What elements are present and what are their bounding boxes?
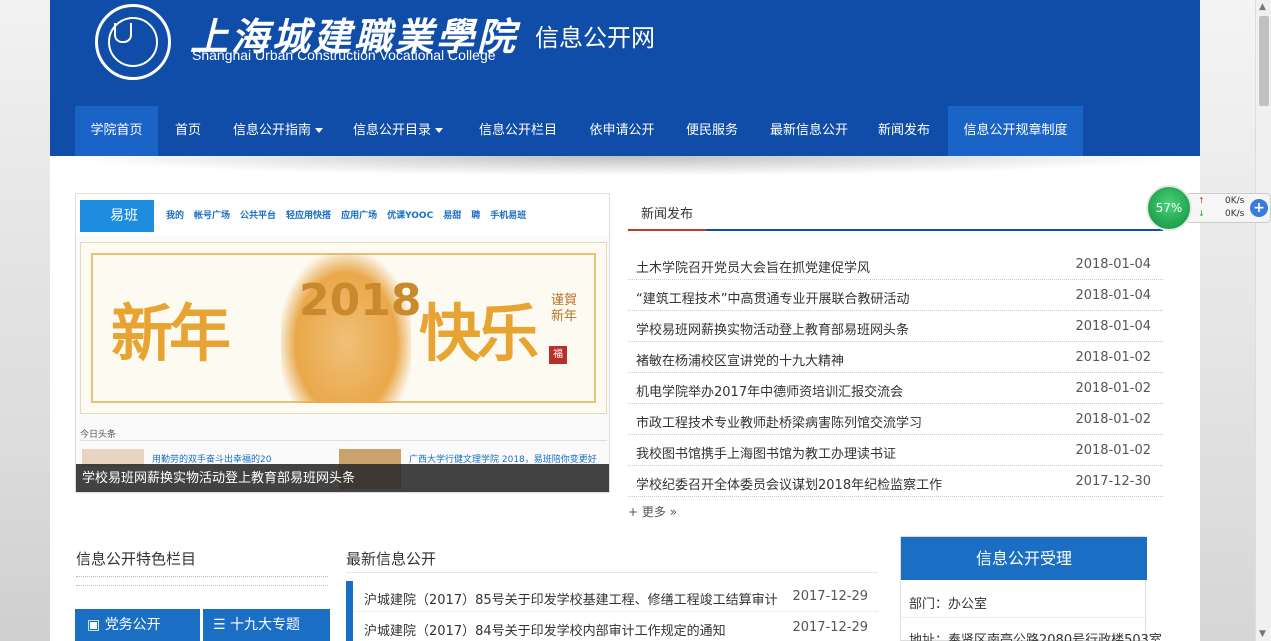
yiban-logo: 易班 xyxy=(80,200,154,232)
college-seal-logo[interactable] xyxy=(95,4,171,80)
news-item[interactable]: 褚敏在杨浦校区宣讲党的十九大精神 2018-01-02 xyxy=(628,342,1163,373)
featured-columns-title: 信息公开特色栏目 xyxy=(76,550,197,568)
scrollbar-thumb[interactable] xyxy=(1259,16,1269,106)
slide-caption[interactable]: 学校易班网薪换实物活动登上教育部易班网头条 xyxy=(76,464,609,492)
nav-item-guide[interactable]: 信息公开指南 xyxy=(218,106,338,156)
page-container: 上海城建職業學院 Shanghai Urban Construction Voc… xyxy=(50,0,1200,641)
plus-icon[interactable]: + xyxy=(1250,199,1268,217)
image-slideshow[interactable]: 易班 我的 帐号广场 公共平台 轻应用快搭 应用广场 优课YOOC 易甜聘手机易班 新年 2… xyxy=(75,193,610,493)
news-item[interactable]: 学校易班网薪换实物活动登上教育部易班网头条 2018-01-04 xyxy=(628,311,1163,342)
dotted-divider xyxy=(76,576,328,586)
college-name-en[interactable]: Shanghai Urban Construction Vocational C… xyxy=(192,47,496,63)
nineteenth-congress-button[interactable]: ☰ 十九大专题 xyxy=(203,609,330,641)
acceptance-department: 部门：办公室 xyxy=(909,597,988,612)
nav-item-apply[interactable]: 依申请公开 xyxy=(578,106,666,156)
chevron-down-icon xyxy=(315,128,323,133)
news-item[interactable]: 我校图书馆携手上海图书馆为教工办理读书证 2018-01-02 xyxy=(628,435,1163,466)
news-item[interactable]: 土木学院召开党员大会旨在抓党建促学风 2018-01-04 xyxy=(628,249,1163,280)
scroll-up-icon[interactable]: ▲ xyxy=(1259,2,1266,12)
news-panel: 新闻发布 土木学院召开党员大会旨在抓党建促学风 2018-01-04 “建筑工程技… xyxy=(628,195,1163,525)
nav-item-services[interactable]: 便民服务 xyxy=(666,106,758,156)
latest-info-item[interactable]: 沪城建院（2017）85号关于印发学校基建工程、修缮工程竣工结算审计 2017-1… xyxy=(346,581,878,612)
nav-shadow xyxy=(50,156,1200,176)
main-nav: 学院首页 首页 信息公开指南 信息公开目录 信息公开栏目 依申请公开 便民服务 … xyxy=(50,106,1200,156)
site-title: 信息公开网 xyxy=(535,24,655,52)
tab-news[interactable]: 新闻发布 xyxy=(628,199,707,231)
download-arrow-icon: ↓ xyxy=(1198,209,1205,218)
info-acceptance-box: 信息公开受理 部门：办公室 地址：奉贤区南亭公路2080号行政楼503室 xyxy=(900,536,1162,641)
latest-info-title: 最新信息公开 xyxy=(346,550,437,568)
party-affairs-button[interactable]: ▣ 党务公开 xyxy=(75,609,200,641)
nav-item-college-home[interactable]: 学院首页 xyxy=(75,106,158,156)
download-speed: 0K/s xyxy=(1225,209,1245,219)
news-item[interactable]: 机电学院举办2017年中德师资培训汇报交流会 2018-01-02 xyxy=(628,373,1163,404)
latest-info-item[interactable]: 沪城建院（2017）84号关于印发学校内部审计工作规定的通知 2017-12-29 xyxy=(346,612,878,641)
nav-item-news[interactable]: 新闻发布 xyxy=(860,106,948,156)
speed-percent-gauge[interactable]: 57% xyxy=(1146,185,1192,231)
upload-arrow-icon: ↑ xyxy=(1198,196,1205,205)
vertical-scrollbar[interactable]: ▲ ▼ xyxy=(1255,0,1271,641)
acceptance-title: 信息公开受理 xyxy=(901,537,1147,580)
yiban-nav: 我的 帐号广场 公共平台 轻应用快搭 应用广场 优课YOOC 易甜聘手机易班 xyxy=(166,211,527,221)
nav-item-columns[interactable]: 信息公开栏目 xyxy=(458,106,578,156)
nav-item-latest[interactable]: 最新信息公开 xyxy=(758,106,860,156)
book-icon: ▣ xyxy=(87,617,105,633)
chevron-down-icon xyxy=(435,128,443,133)
headlines-label: 今日头条 xyxy=(80,430,117,440)
more-link[interactable]: + 更多 » xyxy=(628,503,677,520)
nav-item-regulations[interactable]: 信息公开规章制度 xyxy=(948,106,1083,156)
news-item[interactable]: 市政工程技术专业教师赴桥梁病害陈列馆交流学习 2018-01-02 xyxy=(628,404,1163,435)
yiban-topbar: 易班 我的 帐号广场 公共平台 轻应用快搭 应用广场 优课YOOC 易甜聘手机易班 xyxy=(76,194,609,236)
scroll-down-icon[interactable]: ▼ xyxy=(1259,629,1266,639)
page-background-left xyxy=(0,0,50,641)
plus-icon: + xyxy=(628,505,642,519)
list-icon: ☰ xyxy=(213,617,231,633)
nav-item-catalog[interactable]: 信息公开目录 xyxy=(338,106,458,156)
site-header: 上海城建職業學院 Shanghai Urban Construction Voc… xyxy=(50,0,1200,106)
new-year-banner: 新年 2018 快乐 谨賀新年 福 xyxy=(80,242,607,414)
news-item[interactable]: 学校纪委召开全体委员会议谋划2018年纪检监察工作 2017-12-30 xyxy=(628,466,1163,497)
network-speed-widget[interactable]: 57% ↑ 0K/s ↓ 0K/s + xyxy=(1146,185,1271,231)
upload-speed: 0K/s xyxy=(1225,196,1245,206)
nav-item-home[interactable]: 首页 xyxy=(158,106,218,156)
page-background-right xyxy=(1200,0,1255,641)
news-item[interactable]: “建筑工程技术”中高贯通专业开展联合教研活动 2018-01-04 xyxy=(628,280,1163,311)
acceptance-address: 地址：奉贤区南亭公路2080号行政楼503室 xyxy=(909,633,1162,641)
